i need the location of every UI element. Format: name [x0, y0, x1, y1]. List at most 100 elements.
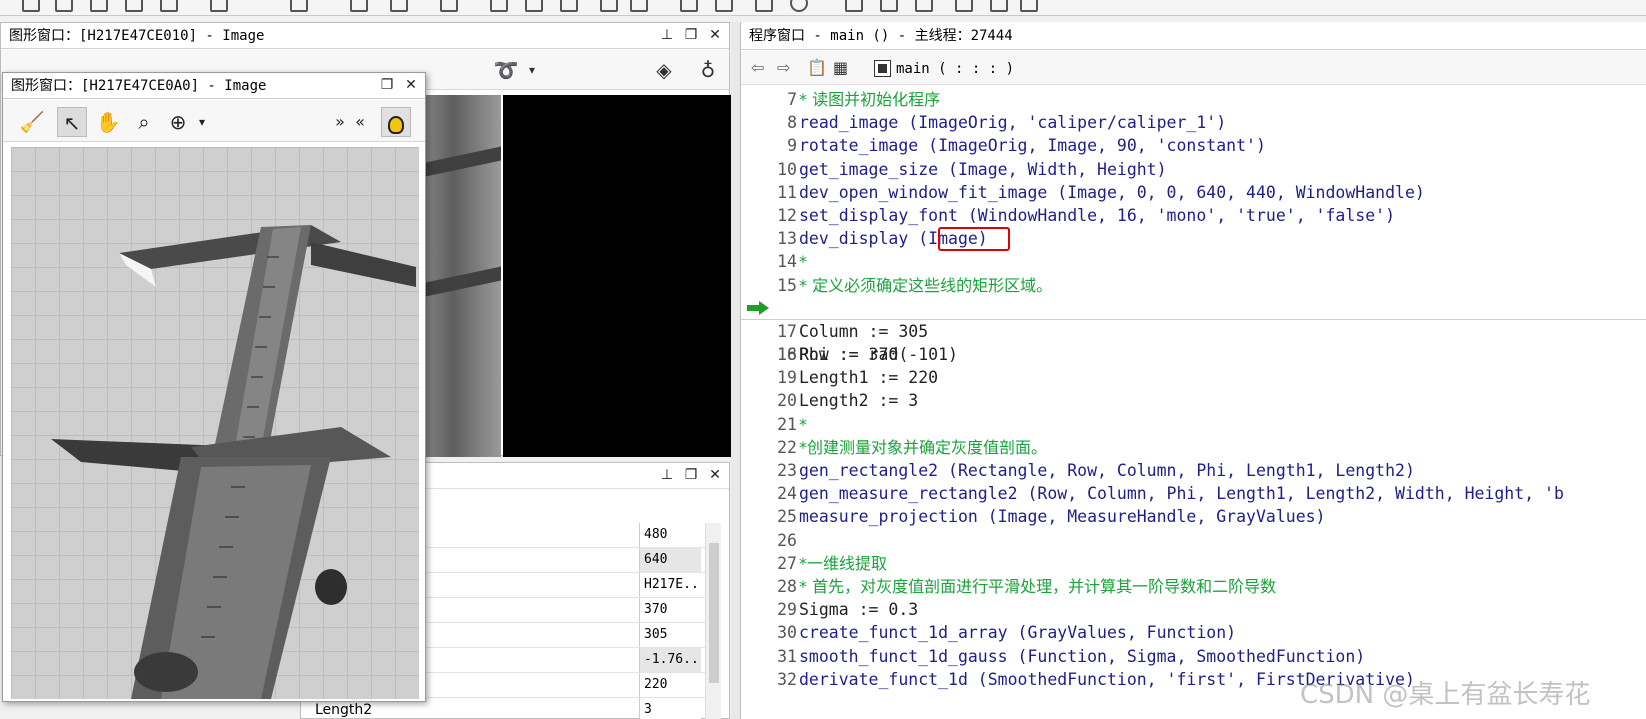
line-text: Phi := rad(-101) [799, 345, 958, 365]
line-text: *创建测量对象并确定灰度值剖面。 [799, 437, 1048, 457]
code-line[interactable]: 10 get_image_size (Image, Width, Height) [741, 158, 1646, 181]
save-icon[interactable] [90, 0, 108, 12]
code-editor[interactable]: 7 * 读图并初始化程序 8 read_image (ImageOrig, 'cal… [741, 88, 1646, 719]
check-icon[interactable] [350, 0, 368, 12]
histogram-icon[interactable] [915, 0, 933, 12]
code-line[interactable]: 8 read_image (ImageOrig, 'caliper/caliper… [741, 111, 1646, 134]
line-text: * 首先，对灰度值剖面进行平滑处理，并计算其一阶导数和二阶导数 [799, 576, 1277, 596]
variable-value: 3 [639, 698, 701, 719]
cancel-icon[interactable] [390, 0, 408, 12]
print-icon[interactable] [160, 0, 178, 12]
lightbulb-icon[interactable]: ♁ [695, 58, 721, 82]
code-line[interactable]: 26 [741, 529, 1646, 552]
scrollbar-thumb[interactable] [709, 543, 719, 683]
code-line[interactable]: 31 smooth_funct_1d_gauss (Function, Sigma… [741, 645, 1646, 668]
open-file-icon[interactable] [55, 0, 73, 12]
pane-splitter[interactable] [731, 22, 740, 719]
code-line[interactable]: 20 Length2 := 3 [741, 389, 1646, 412]
caliper-jaw [421, 146, 501, 178]
code-line[interactable]: 17 Column := 305 [741, 320, 1646, 343]
line-text: dev_open_window_fit_image (Image, 0, 0, … [799, 182, 1425, 202]
draw-tool-icon[interactable]: ➰ [493, 58, 519, 82]
close-icon[interactable]: ✕ [707, 466, 723, 484]
layers-icon[interactable]: ◈ [651, 58, 677, 82]
code-line[interactable]: 21 * [741, 413, 1646, 436]
line-number: 10 [777, 159, 797, 179]
hand-pan-icon[interactable]: ✋ [93, 107, 123, 137]
close-icon[interactable]: ✕ [403, 76, 419, 94]
save-as-icon[interactable] [125, 0, 143, 12]
close-icon[interactable]: ✕ [707, 26, 723, 44]
code-line[interactable]: 15 * 定义必须确定这些线的矩形区域。 [741, 274, 1646, 297]
code-line[interactable]: 27 *一维线提取 [741, 552, 1646, 575]
pointer-icon[interactable]: ↖ [57, 107, 87, 137]
code-line[interactable]: 30 create_funct_1d_array (GrayValues, Fun… [741, 621, 1646, 644]
line-number: 20 [777, 391, 797, 411]
forward-arrow-icon[interactable]: ⇨ [777, 57, 790, 79]
program-window: 程序窗口 - main () - 主线程：27444 ⇦ ⇨ 📋 ▦ main … [740, 22, 1646, 719]
code-line[interactable]: 25 measure_projection (Image, MeasureHand… [741, 505, 1646, 528]
back-window-empty-area [503, 95, 731, 457]
procedure-name: main ( : : : ) [896, 61, 1015, 77]
code-line[interactable]: 22 *创建测量对象并确定灰度值剖面。 [741, 436, 1646, 459]
stop-icon[interactable] [630, 0, 648, 12]
variable-table-scrollbar[interactable] [705, 523, 721, 719]
step-icon[interactable] [440, 0, 458, 12]
undock-icon[interactable]: ❐ [379, 76, 395, 94]
step-over-icon[interactable] [525, 0, 543, 12]
line-text: Column := 305 [799, 321, 929, 341]
variable-value: 305 [639, 623, 701, 647]
line-text: *一维线提取 [799, 553, 888, 573]
procedure-selector[interactable]: main ( : : : ) [869, 56, 1021, 80]
collapse-icon[interactable]: « [345, 107, 375, 137]
code-line[interactable]: 18 Phi := rad(-101) [741, 343, 1646, 366]
undo-icon[interactable] [290, 0, 308, 12]
window-icon[interactable] [680, 0, 698, 12]
code-line[interactable]: 14 * [741, 250, 1646, 273]
assist-icon[interactable] [1020, 0, 1038, 12]
chart-icon[interactable] [880, 0, 898, 12]
graphics-window-front-title[interactable]: 图形窗口：[H217E47CE0A0] - Image [3, 73, 425, 99]
clipboard-icon[interactable]: 📋 [807, 57, 827, 79]
inspect-icon[interactable] [955, 0, 973, 12]
code-line-current[interactable]: 16 Row := 370 [741, 297, 1646, 364]
reset-icon[interactable] [755, 0, 773, 12]
line-number: 30 [777, 623, 797, 643]
step-out-icon[interactable] [600, 0, 618, 12]
code-line[interactable]: 12 set_display_font (WindowHandle, 16, 'm… [741, 204, 1646, 227]
grid-view-icon[interactable]: ▦ [833, 57, 848, 79]
code-line[interactable]: 9 rotate_image (ImageOrig, Image, 90, 'co… [741, 134, 1646, 157]
code-line[interactable]: 7 * 读图并初始化程序 [741, 88, 1646, 111]
program-counter-arrow-icon [747, 300, 769, 315]
code-line[interactable]: 19 Length1 := 220 [741, 366, 1646, 389]
pin-icon[interactable]: ⊥ [659, 466, 675, 484]
new-file-icon[interactable] [22, 0, 40, 12]
run-icon[interactable] [490, 0, 508, 12]
dropdown-arrow-icon[interactable]: ▾ [519, 58, 545, 82]
code-line[interactable]: 29 Sigma := 0.3 [741, 598, 1646, 621]
code-line[interactable]: 23 gen_rectangle2 (Rectangle, Row, Column… [741, 459, 1646, 482]
code-line[interactable]: 11 dev_open_window_fit_image (Image, 0, 0… [741, 181, 1646, 204]
search-icon[interactable] [845, 0, 863, 12]
graphics-window-front[interactable]: 图形窗口：[H217E47CE0A0] - Image ❐ ✕ 🧹 ↖ ✋ ⌕ … [2, 72, 426, 702]
cut-icon[interactable] [210, 0, 228, 12]
undock-icon[interactable]: ❐ [683, 466, 699, 484]
lightbulb-icon[interactable] [381, 107, 411, 137]
line-number: 15 [777, 275, 797, 295]
back-arrow-icon[interactable]: ⇦ [751, 57, 764, 79]
code-line[interactable]: 28 * 首先，对灰度值剖面进行平滑处理，并计算其一阶导数和二阶导数 [741, 575, 1646, 598]
circle-tool-icon[interactable] [790, 0, 808, 12]
magnifier-icon[interactable]: ⌕ [129, 107, 159, 137]
caliper-image[interactable] [11, 147, 419, 699]
code-line[interactable]: 13 dev_display (Image) [741, 227, 1646, 252]
step-into-icon[interactable] [560, 0, 578, 12]
code-line[interactable]: 24 gen_measure_rectangle2 (Row, Column, P… [741, 482, 1646, 505]
zoom-dropdown-icon[interactable]: ▾ [187, 107, 217, 137]
graphics-window-front-controls: ❐ ✕ [379, 76, 419, 94]
undock-icon[interactable]: ❐ [683, 26, 699, 44]
line-number: 12 [777, 205, 797, 225]
broom-clear-icon[interactable]: 🧹 [17, 107, 47, 137]
export-icon[interactable] [990, 0, 1008, 12]
pin-icon[interactable]: ⊥ [659, 26, 675, 44]
zoom-window-icon[interactable] [715, 0, 733, 12]
